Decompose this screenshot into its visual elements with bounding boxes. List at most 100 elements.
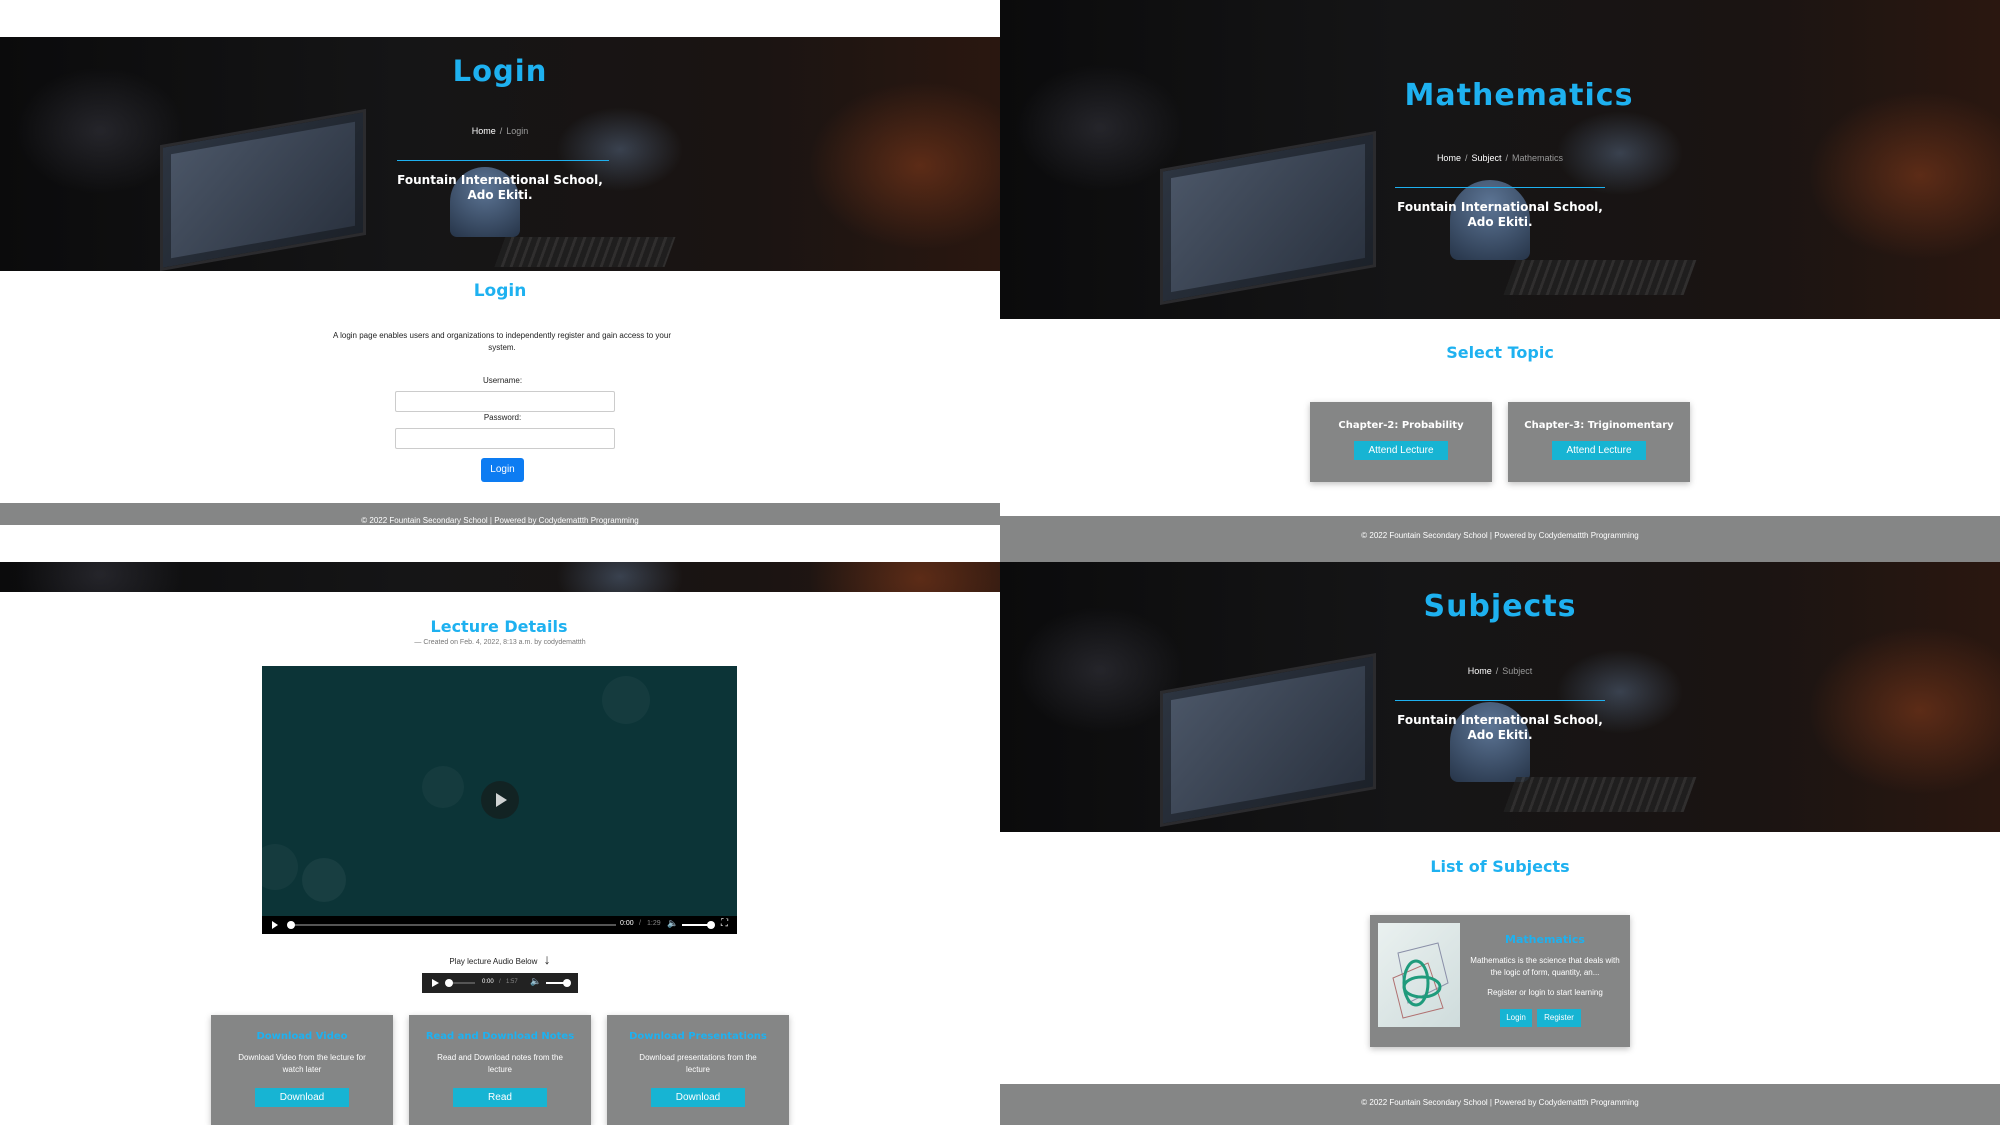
resource-card: Download Video Download Video from the l… — [211, 1015, 393, 1125]
play-overlay-button[interactable] — [481, 781, 519, 819]
subjects-hero-banner: Subjects Home / Subject Fountain Internati… — [1000, 562, 2000, 832]
video-duration: 1:29 — [647, 920, 661, 927]
audio-label: Play lecture Audio Below ↓ — [0, 951, 1000, 967]
mathematics-page-panel: Mathematics Home / Subject / Mathematics Fou… — [1000, 0, 2000, 562]
attend-lecture-button[interactable]: Attend Lecture — [1354, 441, 1448, 460]
school-name-line2: Ado Ekiti. — [1467, 215, 1533, 229]
video-bokeh — [262, 844, 298, 890]
read-notes-button[interactable]: Read — [453, 1088, 547, 1107]
lecture-page-panel: Lecture Details — Created on Feb. 4, 202… — [0, 562, 1000, 1125]
footer-text: © 2022 Fountain Secondary School | Power… — [1361, 1098, 1639, 1107]
breadcrumb-home-link[interactable]: Home — [1468, 666, 1492, 676]
subject-register-button[interactable]: Register — [1537, 1009, 1581, 1027]
volume-icon[interactable]: 🔈 — [530, 976, 541, 987]
lecture-meta: — Created on Feb. 4, 2022, 8:13 a.m. by … — [414, 639, 586, 646]
username-label: Username: — [482, 376, 523, 385]
video-bokeh — [302, 858, 346, 902]
hero-divider — [1395, 187, 1605, 188]
resource-card: Read and Download Notes Read and Downloa… — [409, 1015, 591, 1125]
subjects-page-panel: Subjects Home / Subject Fountain Internati… — [1000, 562, 2000, 1125]
lecture-title: Lecture Details — [430, 617, 568, 636]
subject-prompt: Register or login to start learning — [1487, 988, 1603, 997]
topic-title: Chapter-2: Probability — [1338, 420, 1464, 431]
school-name: Fountain International School, Ado Ekiti… — [0, 173, 1000, 203]
download-presentations-button[interactable]: Download — [651, 1088, 745, 1107]
audio-time-sep: / — [499, 979, 501, 985]
volume-slider[interactable] — [682, 921, 715, 929]
video-time-sep: / — [639, 920, 641, 927]
breadcrumb-home-link[interactable]: Home — [1437, 153, 1461, 163]
math-hero-banner: Mathematics Home / Subject / Mathematics Fou… — [1000, 0, 2000, 319]
audio-current-time: 0:00 — [482, 979, 494, 985]
breadcrumb-subject-link[interactable]: Subject — [1471, 153, 1501, 163]
resource-card-title: Download Presentations — [629, 1031, 767, 1042]
school-name: Fountain International School, Ado Ekiti… — [1000, 200, 2000, 230]
video-seek-handle[interactable] — [287, 921, 295, 929]
breadcrumb: Home / Subject — [1467, 666, 1533, 676]
username-input[interactable] — [395, 391, 615, 412]
topic-title: Chapter-3: Triginomentary — [1524, 420, 1674, 431]
volume-icon[interactable]: 🔈 — [667, 918, 678, 929]
breadcrumb-current: Mathematics — [1512, 153, 1564, 163]
download-video-button[interactable]: Download — [255, 1088, 349, 1107]
topic-card: Chapter-3: Triginomentary Attend Lecture — [1508, 402, 1690, 482]
resource-card: Download Presentations Download presenta… — [607, 1015, 789, 1125]
video-bokeh — [602, 676, 650, 724]
subject-login-button[interactable]: Login — [1500, 1009, 1532, 1027]
login-footer: © 2022 Fountain Secondary School | Power… — [0, 503, 1000, 525]
video-player[interactable]: 0:00 / 1:29 🔈 ⛶ — [262, 666, 737, 934]
footer-text: © 2022 Fountain Secondary School | Power… — [361, 516, 639, 525]
hero-keyboard-image — [494, 237, 676, 267]
volume-handle[interactable] — [707, 921, 715, 929]
volume-handle[interactable] — [563, 979, 571, 987]
play-icon — [496, 793, 507, 807]
school-name-line1: Fountain International School, — [1397, 713, 1603, 727]
breadcrumb-home-link[interactable]: Home — [472, 126, 496, 136]
play-icon[interactable] — [271, 921, 279, 929]
breadcrumb: Home / Subject / Mathematics — [1436, 153, 1564, 163]
school-name-line1: Fountain International School, — [397, 173, 603, 187]
breadcrumb-current: Subject — [1502, 666, 1533, 676]
select-topic-title: Select Topic — [1446, 343, 1554, 362]
topic-card: Chapter-2: Probability Attend Lecture — [1310, 402, 1492, 482]
page-title: Login — [452, 54, 548, 88]
school-name-line2: Ado Ekiti. — [467, 188, 533, 202]
password-input[interactable] — [395, 428, 615, 449]
subjects-footer: © 2022 Fountain Secondary School | Power… — [1000, 1084, 2000, 1125]
breadcrumb-current: Login — [506, 126, 529, 136]
resource-card-title: Download Video — [256, 1031, 348, 1042]
play-icon[interactable] — [432, 979, 439, 987]
page-title: Mathematics — [1404, 78, 1634, 113]
lecture-hero-strip — [0, 562, 1000, 592]
subject-description: Mathematics is the science that deals wi… — [1470, 956, 1620, 977]
footer-text: © 2022 Fountain Secondary School | Power… — [1361, 531, 1639, 540]
login-page-panel: Login Home / Login Fountain International … — [0, 0, 1000, 562]
school-name-line2: Ado Ekiti. — [1467, 728, 1533, 742]
login-hero-banner: Login Home / Login Fountain International … — [0, 37, 1000, 271]
hero-divider — [1395, 700, 1605, 701]
breadcrumb: Home / Login — [471, 126, 529, 136]
audio-seek-handle[interactable] — [445, 979, 453, 987]
attend-lecture-button[interactable]: Attend Lecture — [1552, 441, 1646, 460]
list-of-subjects-title: List of Subjects — [1430, 857, 1570, 876]
volume-slider[interactable] — [546, 979, 571, 987]
subject-thumbnail — [1378, 923, 1460, 1027]
login-button[interactable]: Login — [481, 458, 524, 482]
hero-keyboard-image — [1503, 777, 1697, 812]
subject-name: Mathematics — [1505, 933, 1585, 946]
fullscreen-icon[interactable]: ⛶ — [721, 918, 728, 929]
video-seek-bar[interactable] — [287, 921, 616, 929]
login-section-title: Login — [473, 281, 527, 301]
video-controls: 0:00 / 1:29 🔈 ⛶ — [262, 916, 737, 934]
hero-divider — [397, 160, 609, 161]
audio-duration: 1:57 — [506, 979, 518, 985]
math-footer: © 2022 Fountain Secondary School | Power… — [1000, 516, 2000, 562]
hero-keyboard-image — [1503, 260, 1697, 295]
audio-seek-bar[interactable] — [445, 979, 475, 987]
login-description: A login page enables users and organizat… — [332, 331, 671, 352]
math-knot-image — [1392, 942, 1449, 1019]
audio-label-text: Play lecture Audio Below — [449, 957, 538, 966]
audio-player[interactable]: 0:00 / 1:57 🔈 — [422, 973, 578, 993]
school-name: Fountain International School, Ado Ekiti… — [1000, 713, 2000, 743]
subject-card: Mathematics Mathematics is the science t… — [1370, 915, 1630, 1047]
